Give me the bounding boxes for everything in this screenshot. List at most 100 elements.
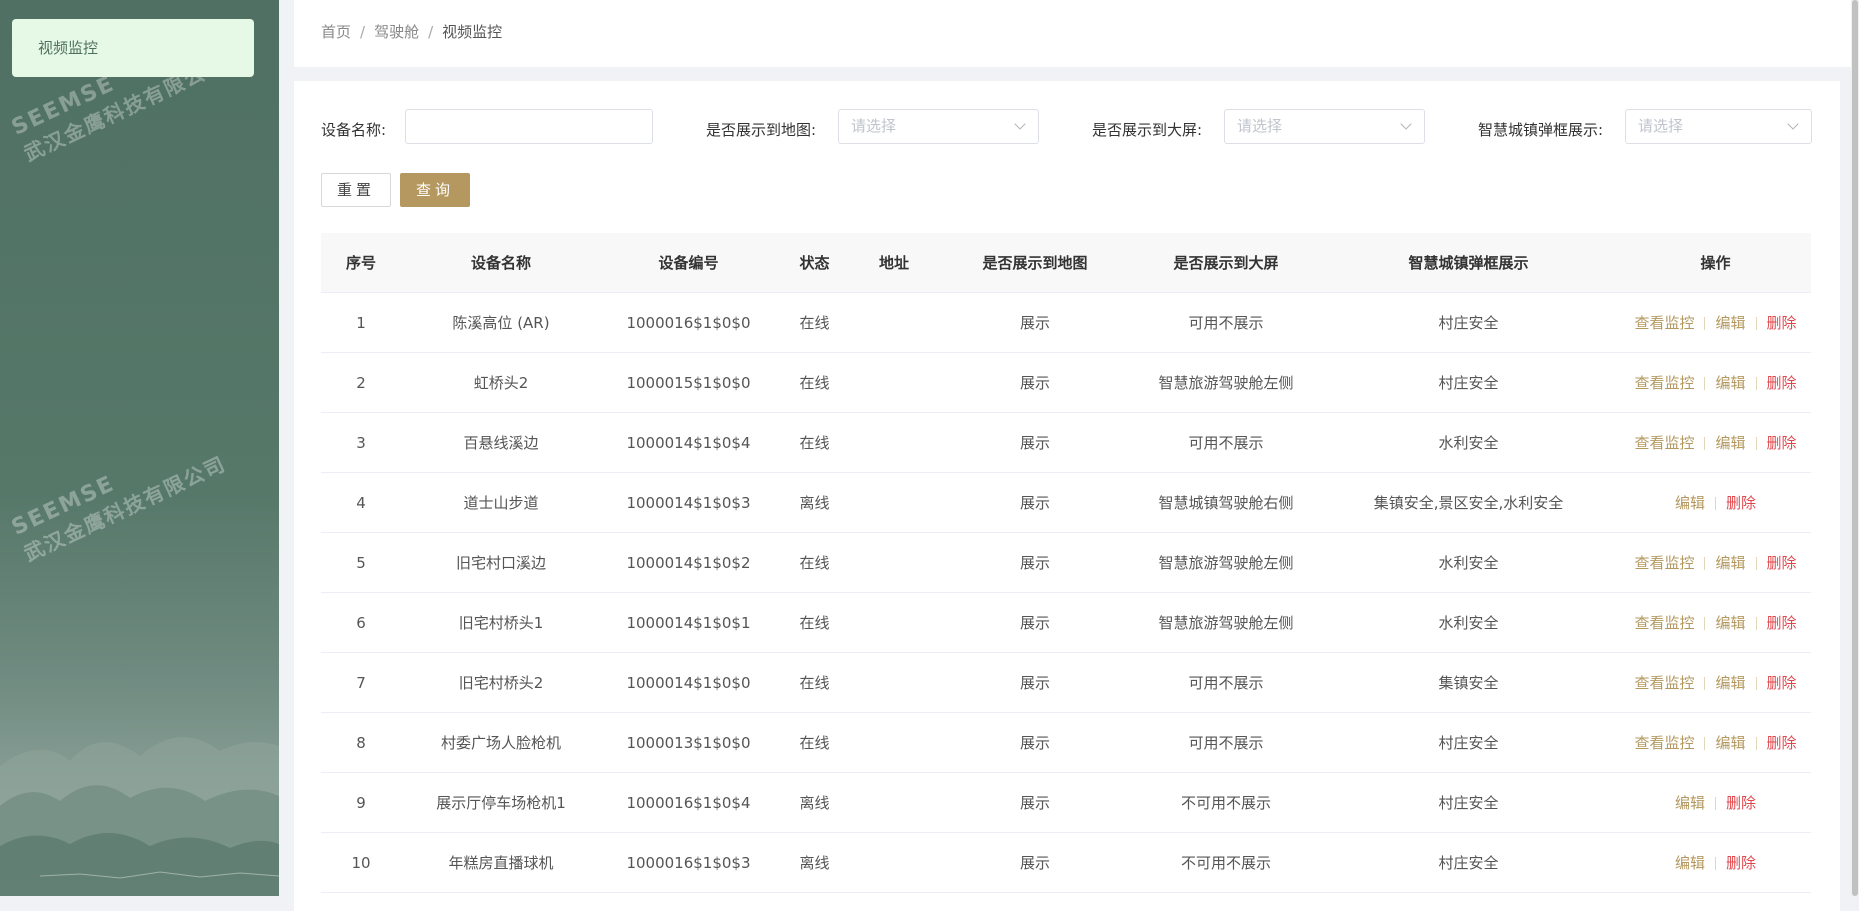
cell-show-map: 展示 — [1019, 374, 1050, 392]
delete-link[interactable]: 删除 — [1767, 674, 1797, 692]
col-header-address: 地址 — [878, 254, 909, 272]
popup-label: 智慧城镇弹框展示: — [1478, 121, 1604, 139]
action-separator — [1755, 377, 1757, 390]
edit-link[interactable]: 编辑 — [1715, 554, 1745, 572]
breadcrumb-home[interactable]: 首页 — [321, 23, 351, 41]
action-separator — [1715, 797, 1716, 810]
col-header-status: 状态 — [799, 254, 830, 272]
device-name-input[interactable] — [405, 109, 653, 144]
table-row: 6 旧宅村桥头1 1000014$1$0$1 在线 展示 智慧旅游驾驶舱左侧 水利安全 查看监… — [321, 593, 1811, 653]
col-header-actions: 操作 — [1700, 254, 1731, 272]
view-monitor-link[interactable]: 查看监控 — [1634, 374, 1694, 392]
cell-status: 在线 — [799, 734, 830, 752]
cell-show-screen: 可用不展示 — [1188, 434, 1264, 452]
table-row: 1 陈溪高位 (AR) 1000016$1$0$0 在线 展示 可用不展示 村庄安全 查看监控… — [321, 293, 1811, 353]
popup-select[interactable]: 请选择 — [1625, 109, 1812, 144]
delete-link[interactable]: 删除 — [1726, 794, 1756, 812]
scrollbar-thumb[interactable] — [1852, 0, 1858, 896]
cell-status: 离线 — [799, 794, 830, 812]
action-separator — [1755, 557, 1757, 570]
cell-no: 9 — [356, 793, 366, 812]
delete-link[interactable]: 删除 — [1767, 314, 1797, 332]
cell-code: 1000016$1$0$4 — [626, 793, 751, 812]
view-monitor-link[interactable]: 查看监控 — [1634, 434, 1694, 452]
edit-link[interactable]: 编辑 — [1715, 374, 1745, 392]
cell-show-screen: 智慧旅游驾驶舱左侧 — [1158, 554, 1294, 572]
delete-link[interactable]: 删除 — [1767, 434, 1797, 452]
delete-link[interactable]: 删除 — [1767, 734, 1797, 752]
edit-link[interactable]: 编辑 — [1675, 794, 1705, 812]
sidebar-item-video-monitor[interactable]: 视频监控 — [12, 19, 254, 77]
action-separator — [1704, 737, 1706, 750]
cell-popup: 水利安全 — [1438, 614, 1499, 632]
edit-link[interactable]: 编辑 — [1675, 494, 1705, 512]
cell-actions: 查看监控 编辑 删除 — [1620, 672, 1811, 693]
cell-status: 离线 — [799, 494, 830, 512]
cell-popup: 水利安全 — [1438, 434, 1499, 452]
view-monitor-link[interactable]: 查看监控 — [1634, 674, 1694, 692]
cell-status: 在线 — [799, 614, 830, 632]
table-row: 4 道士山步道 1000014$1$0$3 离线 展示 智慧城镇驾驶舱右侧 集镇安全,景区安… — [321, 473, 1811, 533]
cell-show-screen: 智慧城镇驾驶舱右侧 — [1158, 494, 1294, 512]
show-screen-select[interactable]: 请选择 — [1224, 109, 1425, 144]
cell-no: 4 — [356, 493, 366, 512]
edit-link[interactable]: 编辑 — [1675, 854, 1705, 872]
action-separator — [1704, 617, 1706, 630]
delete-link[interactable]: 删除 — [1767, 554, 1797, 572]
view-monitor-link[interactable]: 查看监控 — [1634, 554, 1694, 572]
cell-show-map: 展示 — [1019, 734, 1050, 752]
cell-code: 1000014$1$0$2 — [626, 553, 751, 572]
col-header-show-screen: 是否展示到大屏 — [1173, 254, 1279, 272]
cell-show-map: 展示 — [1019, 674, 1050, 692]
cell-name: 展示厅停车场枪机1 — [436, 794, 566, 812]
edit-link[interactable]: 编辑 — [1715, 734, 1745, 752]
cell-show-screen: 不可用不展示 — [1180, 794, 1271, 812]
cell-actions: 编辑 删除 — [1620, 492, 1811, 513]
cell-code: 1000014$1$0$1 — [626, 613, 751, 632]
table-header-row: 序号 设备名称 设备编号 状态 地址 是否展示到地图 是否展示到大屏 智慧城镇弹… — [321, 233, 1811, 293]
cell-actions: 查看监控 编辑 删除 — [1620, 372, 1811, 393]
table-row: 10 年糕房直播球机 1000016$1$0$3 离线 展示 不可用不展示 村庄安全 编辑 删除 — [321, 833, 1811, 893]
cell-code: 1000014$1$0$4 — [626, 433, 751, 452]
action-separator — [1704, 677, 1706, 690]
view-monitor-link[interactable]: 查看监控 — [1634, 614, 1694, 632]
cell-show-map: 展示 — [1019, 314, 1050, 332]
watermark-bottom: SEEMSE 武汉金鹰科技有限公司 — [8, 425, 230, 567]
cell-popup: 村庄安全 — [1438, 854, 1499, 872]
cell-actions: 查看监控 编辑 删除 — [1620, 432, 1811, 453]
table-row: 9 展示厅停车场枪机1 1000016$1$0$4 离线 展示 不可用不展示 村庄安全 编辑 删… — [321, 773, 1811, 833]
cell-code: 1000015$1$0$0 — [626, 373, 751, 392]
cell-no: 7 — [356, 673, 366, 692]
table-row: 5 旧宅村口溪边 1000014$1$0$2 在线 展示 智慧旅游驾驶舱左侧 水利安全 查看监… — [321, 533, 1811, 593]
edit-link[interactable]: 编辑 — [1715, 614, 1745, 632]
reset-button[interactable]: 重置 — [321, 173, 391, 207]
edit-link[interactable]: 编辑 — [1715, 314, 1745, 332]
cell-name: 虹桥头2 — [473, 374, 529, 392]
cell-status: 在线 — [799, 554, 830, 572]
cell-status: 离线 — [799, 854, 830, 872]
cell-popup: 水利安全 — [1438, 554, 1499, 572]
view-monitor-link[interactable]: 查看监控 — [1634, 734, 1694, 752]
view-monitor-link[interactable]: 查看监控 — [1634, 314, 1694, 332]
cell-name: 旧宅村桥头2 — [458, 674, 544, 692]
cell-show-screen: 可用不展示 — [1188, 314, 1264, 332]
breadcrumb-cockpit[interactable]: 驾驶舱 — [374, 23, 419, 41]
delete-link[interactable]: 删除 — [1767, 374, 1797, 392]
action-separator — [1715, 857, 1716, 870]
delete-link[interactable]: 删除 — [1726, 494, 1756, 512]
cell-actions: 编辑 删除 — [1620, 792, 1811, 813]
query-button[interactable]: 查询 — [400, 173, 470, 207]
cell-show-screen: 智慧旅游驾驶舱左侧 — [1158, 374, 1294, 392]
cell-code: 1000013$1$0$0 — [626, 733, 751, 752]
action-separator — [1704, 377, 1706, 390]
cell-name: 旧宅村桥头1 — [458, 614, 544, 632]
cell-show-screen: 不可用不展示 — [1180, 854, 1271, 872]
edit-link[interactable]: 编辑 — [1715, 434, 1745, 452]
breadcrumb: 首页 / 驾驶舱 / 视频监控 — [294, 0, 1851, 67]
edit-link[interactable]: 编辑 — [1715, 674, 1745, 692]
delete-link[interactable]: 删除 — [1726, 854, 1756, 872]
delete-link[interactable]: 删除 — [1767, 614, 1797, 632]
show-map-select[interactable]: 请选择 — [838, 109, 1039, 144]
cell-no: 3 — [356, 433, 366, 452]
table-row: 7 旧宅村桥头2 1000014$1$0$0 在线 展示 可用不展示 集镇安全 查看监控 编辑 删… — [321, 653, 1811, 713]
